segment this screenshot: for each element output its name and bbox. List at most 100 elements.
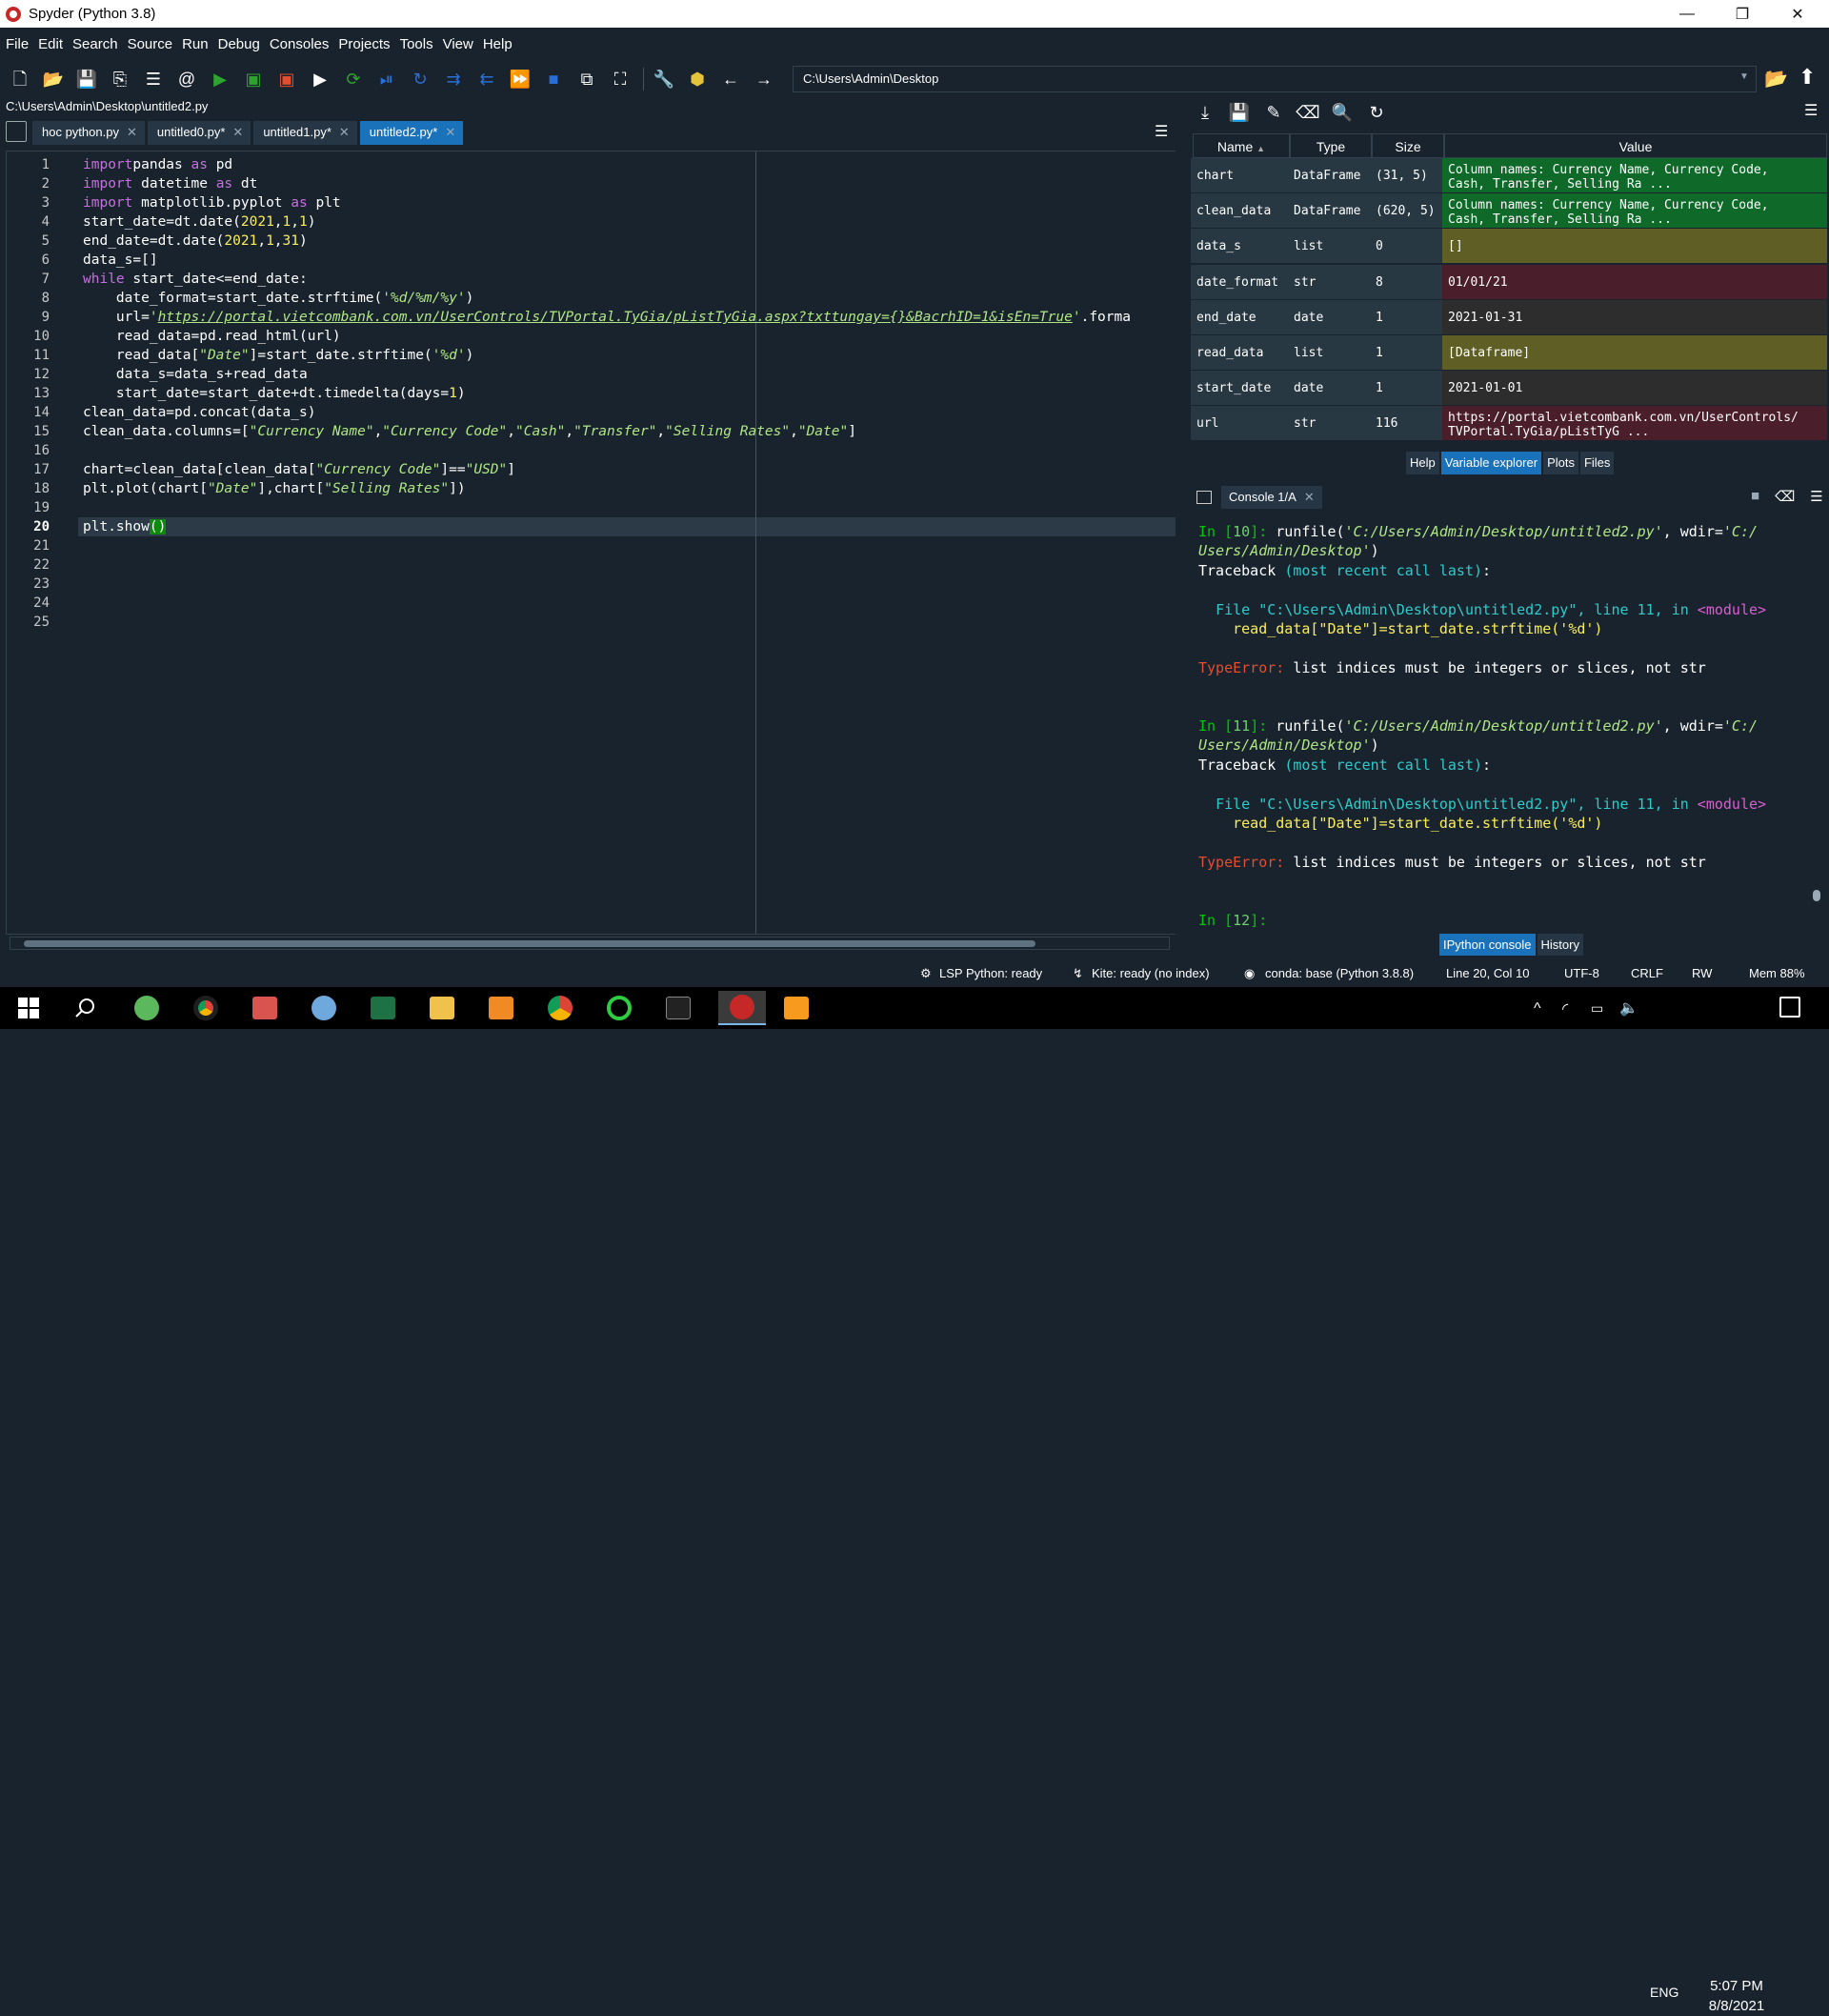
code-line[interactable]: end_date=dt.date(2021,1,31) (83, 232, 308, 251)
menu-edit[interactable]: Edit (38, 36, 63, 52)
forward-icon[interactable]: → (752, 67, 776, 91)
menu-tools[interactable]: Tools (400, 36, 433, 52)
clock[interactable]: 5:07 PM 8/8/2021 (1694, 1976, 1779, 2016)
column-header-name[interactable]: Name ▲ (1193, 133, 1290, 158)
terminal-icon[interactable] (659, 991, 697, 1025)
outline-icon[interactable]: ☰ (141, 67, 166, 91)
notifications-icon[interactable] (1779, 997, 1800, 1018)
code-line[interactable]: import matplotlib.pyplot as plt (83, 193, 341, 212)
run-cell-advance-icon[interactable]: ▣ (274, 67, 299, 91)
column-header-type[interactable]: Type (1290, 133, 1372, 158)
close-tab-icon[interactable]: ✕ (127, 125, 137, 145)
variable-row[interactable]: read_data list 1 [Dataframe] (1191, 335, 1827, 371)
tab-untitled1[interactable]: untitled1.py* ✕ (253, 121, 358, 145)
code-line[interactable]: url='https://portal.vietcombank.com.vn/U… (83, 308, 1131, 327)
variable-row[interactable]: clean_data DataFrame (620, 5) Column names:… (1191, 193, 1827, 230)
code-line[interactable]: read_data=pd.read_html(url) (83, 327, 341, 346)
save-data-as-icon[interactable]: ✎ (1261, 100, 1286, 125)
editor-horizontal-scrollbar[interactable] (10, 937, 1170, 950)
close-button[interactable]: ✕ (1770, 0, 1825, 28)
tab-variable-explorer[interactable]: Variable explorer (1440, 452, 1542, 474)
code-line[interactable]: chart=clean_data[clean_data["Currency Co… (83, 460, 515, 479)
remove-all-icon[interactable]: ⌫ (1296, 100, 1320, 125)
sublime-icon[interactable] (777, 991, 815, 1025)
battery-icon[interactable]: ▭ (1591, 1000, 1603, 1017)
menu-view[interactable]: View (443, 36, 473, 52)
search-icon[interactable]: 🔍 (1330, 100, 1355, 125)
save-icon[interactable]: 💾 (74, 67, 99, 91)
code-line[interactable]: date_format=start_date.strftime('%d/%m/%… (83, 289, 473, 308)
working-directory-input[interactable]: C:\Users\Admin\Desktop (793, 66, 1757, 92)
rerun-icon[interactable]: ⟳ (341, 67, 366, 91)
code-line[interactable]: start_date=dt.date(2021,1,1) (83, 212, 315, 232)
code-line[interactable]: clean_data=pd.concat(data_s) (83, 403, 315, 422)
variable-row[interactable]: chart DataFrame (31, 5) Column names: Curre… (1191, 158, 1827, 193)
column-header-value[interactable]: Value (1444, 133, 1827, 158)
variable-explorer-menu-icon[interactable]: ☰ (1804, 101, 1818, 120)
variable-row[interactable]: start_date date 1 2021-01-01 (1191, 371, 1827, 407)
console-options-menu-icon[interactable]: ☰ (1810, 488, 1822, 505)
fullscreen-icon[interactable]: ⛶ (608, 67, 633, 91)
show-hidden-icons-icon[interactable]: ^ (1534, 1000, 1541, 1018)
tab-hoc-python[interactable]: hoc python.py ✕ (32, 121, 146, 145)
debug-icon[interactable]: ⏯ (374, 67, 399, 91)
code-line[interactable]: import datetime as dt (83, 174, 257, 193)
tab-files[interactable]: Files (1579, 452, 1615, 474)
browse-folder-icon[interactable]: 📂 (1764, 67, 1788, 91)
variable-row[interactable]: date_format str 8 01/01/21 (1191, 264, 1827, 300)
excel-icon[interactable] (364, 991, 402, 1025)
new-file-icon[interactable]: 🗋 (8, 67, 32, 91)
language-indicator[interactable]: ENG (1650, 1985, 1678, 2000)
run-icon[interactable]: ▶ (208, 67, 232, 91)
close-tab-icon[interactable]: ✕ (232, 125, 243, 145)
console-vertical-scrollbar[interactable] (1810, 514, 1823, 926)
refresh-app-icon[interactable] (600, 991, 638, 1025)
code-line[interactable]: importpandas as pd (83, 155, 232, 174)
tab-help[interactable]: Help (1406, 452, 1439, 474)
step-into-icon[interactable]: ⇉ (441, 67, 466, 91)
tab-ipython-console[interactable]: IPython console (1439, 934, 1536, 956)
greenshot-icon[interactable] (128, 991, 166, 1025)
tab-untitled0[interactable]: untitled0.py* ✕ (147, 121, 252, 145)
explorer-icon[interactable] (423, 991, 461, 1025)
code-line[interactable]: read_data["Date"]=start_date.strftime('%… (83, 346, 473, 365)
volume-icon[interactable]: 🔈 (1619, 998, 1638, 1018)
stop-icon[interactable]: ■ (541, 67, 566, 91)
open-file-icon[interactable]: 📂 (41, 67, 66, 91)
editor-options-menu-icon[interactable]: ☰ (1155, 122, 1168, 141)
clear-console-icon[interactable]: ⌫ (1775, 488, 1795, 505)
maximize-pane-icon[interactable]: ⧉ (574, 67, 599, 91)
step-icon[interactable]: ↻ (408, 67, 432, 91)
app-icon[interactable] (246, 991, 284, 1025)
menu-help[interactable]: Help (483, 36, 513, 52)
code-line[interactable]: start_date=start_date+dt.timedelta(days=… (83, 384, 466, 403)
pane-splitter[interactable] (1181, 97, 1187, 958)
python-path-icon[interactable]: ⬢ (685, 67, 710, 91)
run-cell-icon[interactable]: ▣ (241, 67, 266, 91)
close-tab-icon[interactable]: ✕ (339, 125, 350, 145)
ipython-console[interactable]: In [10]: runfile('C:/Users/Admin/Desktop… (1191, 514, 1810, 929)
conda-status[interactable]: conda: base (Python 3.8.8) (1265, 966, 1414, 980)
tab-console-1a[interactable]: Console 1/A ✕ (1221, 486, 1322, 509)
paint-icon[interactable] (305, 991, 343, 1025)
variable-row[interactable]: end_date date 1 2021-01-31 (1191, 299, 1827, 335)
menu-debug[interactable]: Debug (218, 36, 260, 52)
code-line[interactable]: plt.show() (83, 517, 167, 536)
chevron-down-icon[interactable]: ▼ (1739, 71, 1749, 82)
chrome-icon[interactable] (187, 991, 225, 1025)
menu-source[interactable]: Source (128, 36, 173, 52)
close-tab-icon[interactable]: ✕ (445, 125, 455, 145)
menu-projects[interactable]: Projects (338, 36, 390, 52)
code-editor[interactable]: 1 2 3 4 5 6 7 8 9 10 11 12 13 14 15 16 17 18 19 20 21 22 23 24 2… (6, 151, 1176, 935)
kite-status[interactable]: Kite: ready (no index) (1092, 966, 1210, 980)
code-line[interactable]: plt.plot(chart["Date"],chart["Selling Ra… (83, 479, 466, 498)
stop-kernel-icon[interactable]: ■ (1751, 488, 1759, 505)
menu-run[interactable]: Run (182, 36, 209, 52)
tab-untitled2[interactable]: untitled2.py* ✕ (359, 121, 465, 145)
run-selection-icon[interactable]: ▶ (308, 67, 332, 91)
tab-plots[interactable]: Plots (1543, 452, 1578, 474)
scrollbar-handle[interactable] (1813, 890, 1820, 901)
tab-history[interactable]: History (1537, 934, 1583, 956)
start-icon[interactable] (10, 991, 48, 1025)
column-header-size[interactable]: Size (1372, 133, 1444, 158)
